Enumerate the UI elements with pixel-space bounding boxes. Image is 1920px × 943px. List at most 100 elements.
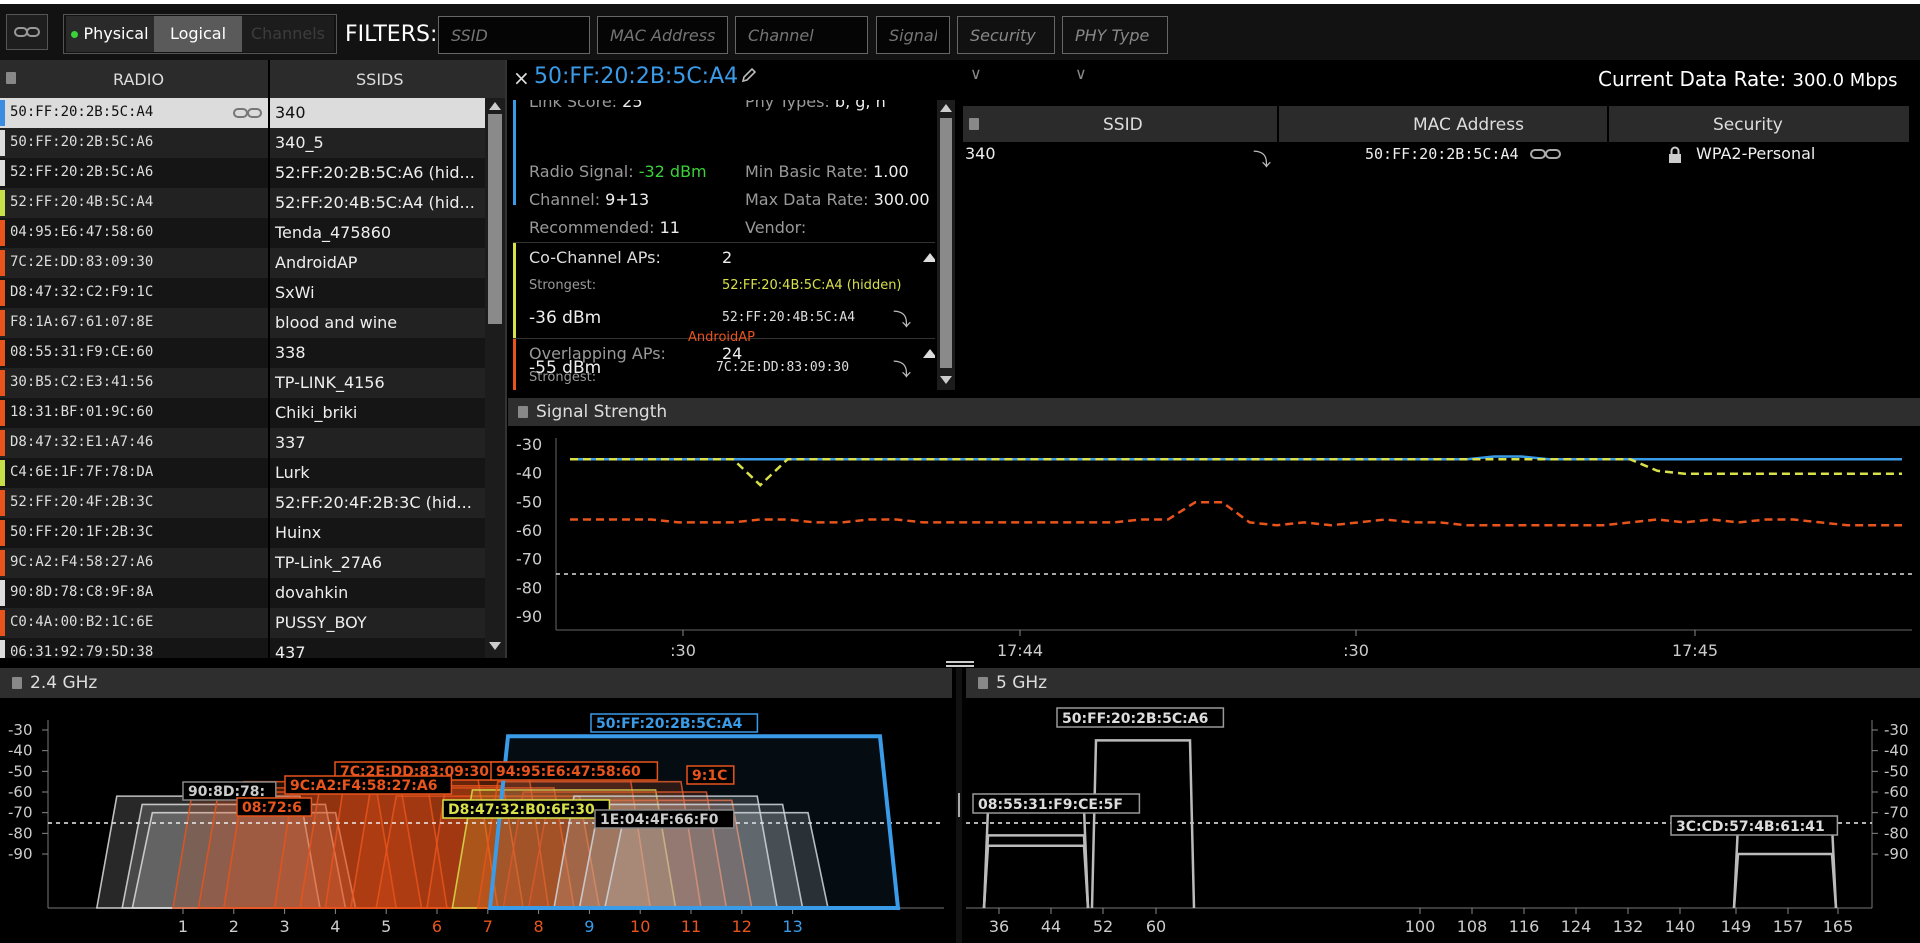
radio-ssid: 52:FF:20:4B:5C:A4 (hid... <box>275 193 475 212</box>
panel-icon <box>969 118 979 130</box>
scroll-up-arrow[interactable] <box>489 102 501 110</box>
panel-icon <box>12 677 22 689</box>
radio-row[interactable]: 9C:A2:F4:58:27:A6 TP-Link_27A6 <box>0 548 485 578</box>
radio-ssid: TP-LINK_4156 <box>275 373 385 392</box>
min-basic-rate: Min Basic Rate: 1.00 <box>745 162 909 181</box>
co-channel-mac: 52:FF:20:4B:5C:A4 <box>722 310 856 325</box>
ap-label: 1E:04:4F:66:F0 <box>600 812 719 828</box>
channel-label: 116 <box>1509 917 1540 936</box>
signal-filter-input[interactable] <box>876 16 950 54</box>
channel-filter-input[interactable] <box>735 16 868 54</box>
goto-arrow-icon[interactable]: ⤵ <box>893 306 911 332</box>
co-channel-accent <box>513 243 516 338</box>
radio-row[interactable]: 7C:2E:DD:83:09:30 AndroidAP <box>0 248 485 278</box>
radio-row[interactable]: 04:95:E6:47:58:60 Tenda_475860 <box>0 218 485 248</box>
link-icon <box>1529 146 1563 166</box>
radio-color-bar <box>0 430 5 456</box>
radio-list-scrollbar[interactable] <box>485 98 505 658</box>
radio-row[interactable]: 90:8D:78:C8:9F:8A dovahkin <box>0 578 485 608</box>
panel-icon <box>978 677 988 689</box>
splitter-handle[interactable] <box>946 660 974 668</box>
radio-ssid: 337 <box>275 433 306 452</box>
radio-row[interactable]: 08:55:31:F9:CE:60 338 <box>0 338 485 368</box>
current-data-rate: Current Data Rate: 300.0 Mbps <box>1598 67 1898 91</box>
goto-arrow-icon[interactable]: ⤵ <box>1253 146 1271 172</box>
channel-label: 11 <box>681 917 701 936</box>
x-tick-label: 17:45 <box>1672 641 1718 658</box>
col-divider <box>268 218 270 248</box>
collapse-overlapping-icon[interactable] <box>923 349 935 358</box>
mac-cell: 50:FF:20:2B:5C:A4 <box>1365 145 1519 163</box>
y-tick-label: -90 <box>8 845 33 863</box>
channel-label: 2 <box>229 917 239 936</box>
y-tick-label: -60 <box>516 521 542 540</box>
lock-icon <box>1667 146 1683 168</box>
radio-row[interactable]: 50:FF:20:2B:5C:A6 340_5 <box>0 128 485 158</box>
radio-color-bar <box>0 580 5 606</box>
radio-mac: 30:B5:C2:E3:41:56 <box>10 374 154 390</box>
view-mode-physical[interactable]: Physical <box>66 16 154 52</box>
radio-list-panel: RADIO SSIDS 50:FF:20:2B:5C:A4 340 50:FF:20… <box>0 60 507 658</box>
ssid-table-row[interactable]: 340 ⤵ 50:FF:20:2B:5C:A4 WPA2-Personal <box>963 142 1909 172</box>
scroll-thumb[interactable] <box>488 114 502 324</box>
phy-filter-select[interactable]: PHY Type ∨ <box>1062 16 1168 83</box>
co-channel-label: Co-Channel APs: <box>529 248 661 267</box>
col-divider <box>268 578 270 608</box>
security-cell: WPA2-Personal <box>1696 144 1816 163</box>
panel-icon <box>6 72 16 84</box>
signal-strength-header: Signal Strength <box>508 398 1920 426</box>
radio-row[interactable]: 52:FF:20:4B:5C:A4 52:FF:20:4B:5C:A4 (hid.… <box>0 188 485 218</box>
col-ssid-header[interactable]: SSID <box>1103 115 1143 135</box>
radio-row[interactable]: 18:31:BF:01:9C:60 Chiki_briki <box>0 398 485 428</box>
radio-row[interactable]: 52:FF:20:4F:2B:3C 52:FF:20:4F:2B:3C (hid.… <box>0 488 485 518</box>
col-divider <box>268 638 270 658</box>
radio-row[interactable]: C0:4A:00:B2:1C:6E PUSSY_BOY <box>0 608 485 638</box>
close-icon[interactable]: × <box>513 66 530 90</box>
band24-title: 2.4 GHz <box>30 673 98 693</box>
divider <box>513 242 935 243</box>
link-toggle-button[interactable] <box>6 14 48 50</box>
channel-label: 132 <box>1613 917 1644 936</box>
y-tick-label: -70 <box>1884 804 1909 822</box>
detail-scrollbar[interactable] <box>937 100 955 390</box>
radio-mac: 50:FF:20:2B:5C:A4 <box>10 104 154 120</box>
ap-label: D8:47:32:B0:6F:30 <box>448 802 595 818</box>
radio-mac: 52:FF:20:4F:2B:3C <box>10 494 154 510</box>
band-splitter[interactable] <box>956 668 962 943</box>
radio-ssid: Chiki_briki <box>275 403 358 422</box>
radio-row[interactable]: D8:47:32:E1:A7:46 337 <box>0 428 485 458</box>
security-filter-select[interactable]: Security ∨ <box>957 16 1055 83</box>
radio-row[interactable]: F8:1A:67:61:07:8E blood and wine <box>0 308 485 338</box>
radio-row[interactable]: 52:FF:20:2B:5C:A6 52:FF:20:2B:5C:A6 (hid.… <box>0 158 485 188</box>
mac-filter-input[interactable] <box>597 16 728 54</box>
channel-label: 12 <box>732 917 752 936</box>
pencil-icon[interactable] <box>740 66 758 88</box>
view-mode-logical[interactable]: Logical <box>154 16 242 52</box>
chevron-down-icon: ∨ <box>1075 64 1087 83</box>
ssid-table-header: SSID MAC Address Security <box>963 106 1909 142</box>
view-mode-channels[interactable]: Channels <box>242 16 334 52</box>
collapse-co-channel-icon[interactable] <box>923 253 935 262</box>
ssid-filter-input[interactable] <box>438 16 590 54</box>
goto-arrow-icon[interactable]: ⤵ <box>893 356 911 382</box>
col-security-header[interactable]: Security <box>1713 115 1783 135</box>
col-radio-header[interactable]: RADIO <box>113 70 164 89</box>
scroll-down-arrow[interactable] <box>940 376 952 384</box>
scroll-thumb[interactable] <box>940 118 952 368</box>
radio-row[interactable]: 50:FF:20:2B:5C:A4 340 <box>0 98 485 128</box>
recommended-channel: Recommended: 11 <box>529 218 680 237</box>
radio-row[interactable]: C4:6E:1F:7F:78:DA Lurk <box>0 458 485 488</box>
scroll-up-arrow[interactable] <box>940 104 952 112</box>
signal-strength-chart: -30 -40 -50 -60 -70 -80 -90:30 17:44:30 17:45 <box>508 428 1920 658</box>
col-mac-header[interactable]: MAC Address <box>1413 115 1524 135</box>
radio-row[interactable]: 06:31:92:79:5D:38 437 <box>0 638 485 658</box>
channel-label: 7 <box>483 917 493 936</box>
radio-row[interactable]: D8:47:32:C2:F9:1C SxWi <box>0 278 485 308</box>
scroll-down-arrow[interactable] <box>489 642 501 650</box>
y-tick-label: -40 <box>1884 742 1909 760</box>
radio-row[interactable]: 30:B5:C2:E3:41:56 TP-LINK_4156 <box>0 368 485 398</box>
radio-ssid: TP-Link_27A6 <box>275 553 383 572</box>
col-ssids-header[interactable]: SSIDS <box>356 70 404 89</box>
radio-row[interactable]: 50:FF:20:1F:2B:3C Huinx <box>0 518 485 548</box>
radio-color-bar <box>0 640 5 658</box>
